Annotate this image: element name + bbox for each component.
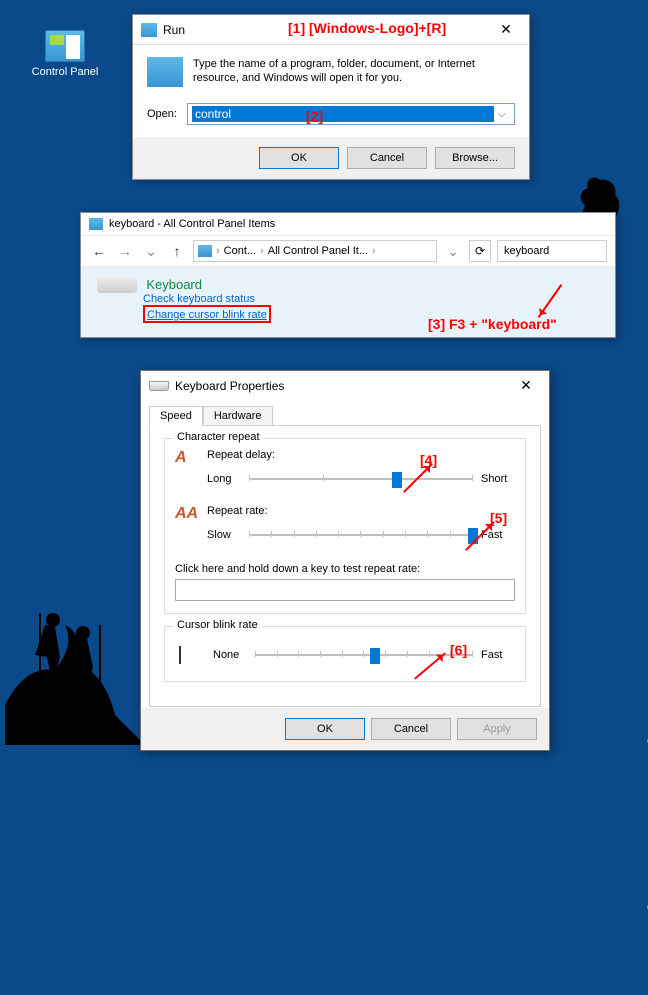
ok-button[interactable]: OK xyxy=(259,147,339,169)
slider-min-label: Slow xyxy=(207,529,241,541)
desktop-icon-label: Control Panel xyxy=(30,66,100,78)
tab-strip: Speed Hardware xyxy=(149,406,541,426)
chevron-down-icon[interactable]: ⌄ xyxy=(443,241,463,261)
kp-titlebar: Keyboard Properties ✕ xyxy=(141,371,549,400)
link-change-cursor-blink-rate[interactable]: Change cursor blink rate xyxy=(147,309,267,321)
group-label: Character repeat xyxy=(173,431,264,443)
run-titlebar: Run ✕ xyxy=(133,15,529,45)
cursor-icon xyxy=(179,646,195,664)
window-title: keyboard - All Control Panel Items xyxy=(109,218,607,230)
cancel-button[interactable]: Cancel xyxy=(371,718,451,740)
slider-max-label: Fast xyxy=(481,649,515,661)
slider-thumb[interactable] xyxy=(392,472,402,488)
run-title: Run xyxy=(163,23,491,37)
breadcrumb-sep: › xyxy=(372,245,376,257)
cursor-blink-slider[interactable] xyxy=(255,645,473,665)
run-icon xyxy=(147,57,183,87)
tab-pane-speed: Character repeat A Repeat delay: Long Sh… xyxy=(149,425,541,707)
repeat-rate-slider[interactable] xyxy=(249,525,473,545)
back-button[interactable]: ← xyxy=(89,241,109,261)
cp-content: Keyboard Check keyboard status Change cu… xyxy=(81,267,615,337)
repeat-delay-slider[interactable] xyxy=(249,469,473,489)
window-title: Keyboard Properties xyxy=(175,379,511,393)
slider-thumb[interactable] xyxy=(370,648,380,664)
group-character-repeat: Character repeat A Repeat delay: Long Sh… xyxy=(164,438,526,614)
cp-navbar: ← → ⌄ ↑ › Cont... › All Control Panel It… xyxy=(81,235,615,267)
chevron-down-icon[interactable]: ⌄ xyxy=(141,241,161,261)
test-label: Click here and hold down a key to test r… xyxy=(175,563,515,575)
keyboard-properties-dialog: Keyboard Properties ✕ Speed Hardware Cha… xyxy=(140,370,550,751)
keyboard-icon xyxy=(97,277,137,293)
group-label: Cursor blink rate xyxy=(173,619,262,631)
slider-min-label: None xyxy=(213,649,247,661)
group-cursor-blink-rate: Cursor blink rate None Fast xyxy=(164,626,526,682)
run-dialog: Run ✕ Type the name of a program, folder… xyxy=(132,14,530,180)
test-repeat-input[interactable] xyxy=(175,579,515,601)
tab-speed[interactable]: Speed xyxy=(149,406,203,426)
slider-max-label: Fast xyxy=(481,529,515,541)
breadcrumb-item[interactable]: Cont... xyxy=(224,245,256,257)
breadcrumb-item[interactable]: All Control Panel It... xyxy=(268,245,368,257)
tab-hardware[interactable]: Hardware xyxy=(203,406,273,426)
open-input[interactable] xyxy=(192,106,494,122)
slider-thumb[interactable] xyxy=(468,528,478,544)
ok-button[interactable]: OK xyxy=(285,718,365,740)
forward-button[interactable]: → xyxy=(115,241,135,261)
control-panel-window: keyboard - All Control Panel Items ← → ⌄… xyxy=(80,212,616,338)
slider-min-label: Long xyxy=(207,473,241,485)
run-icon xyxy=(141,23,157,37)
link-check-keyboard-status[interactable]: Check keyboard status xyxy=(143,293,599,305)
repeat-rate-label: Repeat rate: xyxy=(207,505,515,517)
cp-titlebar: keyboard - All Control Panel Items xyxy=(81,213,615,235)
control-panel-icon xyxy=(89,218,103,230)
repeat-rate-icon: AA xyxy=(175,505,203,527)
category-heading: Keyboard xyxy=(146,277,202,292)
decoration-silhouette xyxy=(5,585,145,745)
run-description: Type the name of a program, folder, docu… xyxy=(193,57,515,87)
keyboard-icon xyxy=(149,381,169,391)
control-panel-icon xyxy=(45,30,85,62)
refresh-button[interactable]: ⟳ xyxy=(469,240,491,262)
search-input[interactable] xyxy=(502,244,602,258)
search-box[interactable] xyxy=(497,240,607,262)
breadcrumb-sep: › xyxy=(260,245,264,257)
open-label: Open: xyxy=(147,108,177,120)
control-panel-icon xyxy=(198,245,212,257)
apply-button[interactable]: Apply xyxy=(457,718,537,740)
desktop-icon-control-panel[interactable]: Control Panel xyxy=(30,30,100,78)
close-button[interactable]: ✕ xyxy=(511,377,541,394)
slider-max-label: Short xyxy=(481,473,515,485)
cancel-button[interactable]: Cancel xyxy=(347,147,427,169)
address-bar[interactable]: › Cont... › All Control Panel It... › xyxy=(193,240,437,262)
repeat-delay-label: Repeat delay: xyxy=(207,449,515,461)
up-button[interactable]: ↑ xyxy=(167,241,187,261)
repeat-delay-icon: A xyxy=(175,449,203,471)
chevron-down-icon[interactable]: ⌵ xyxy=(494,109,510,120)
browse-button[interactable]: Browse... xyxy=(435,147,515,169)
breadcrumb-sep: › xyxy=(216,245,220,257)
open-combobox[interactable]: ⌵ xyxy=(187,103,515,125)
close-button[interactable]: ✕ xyxy=(491,21,521,38)
